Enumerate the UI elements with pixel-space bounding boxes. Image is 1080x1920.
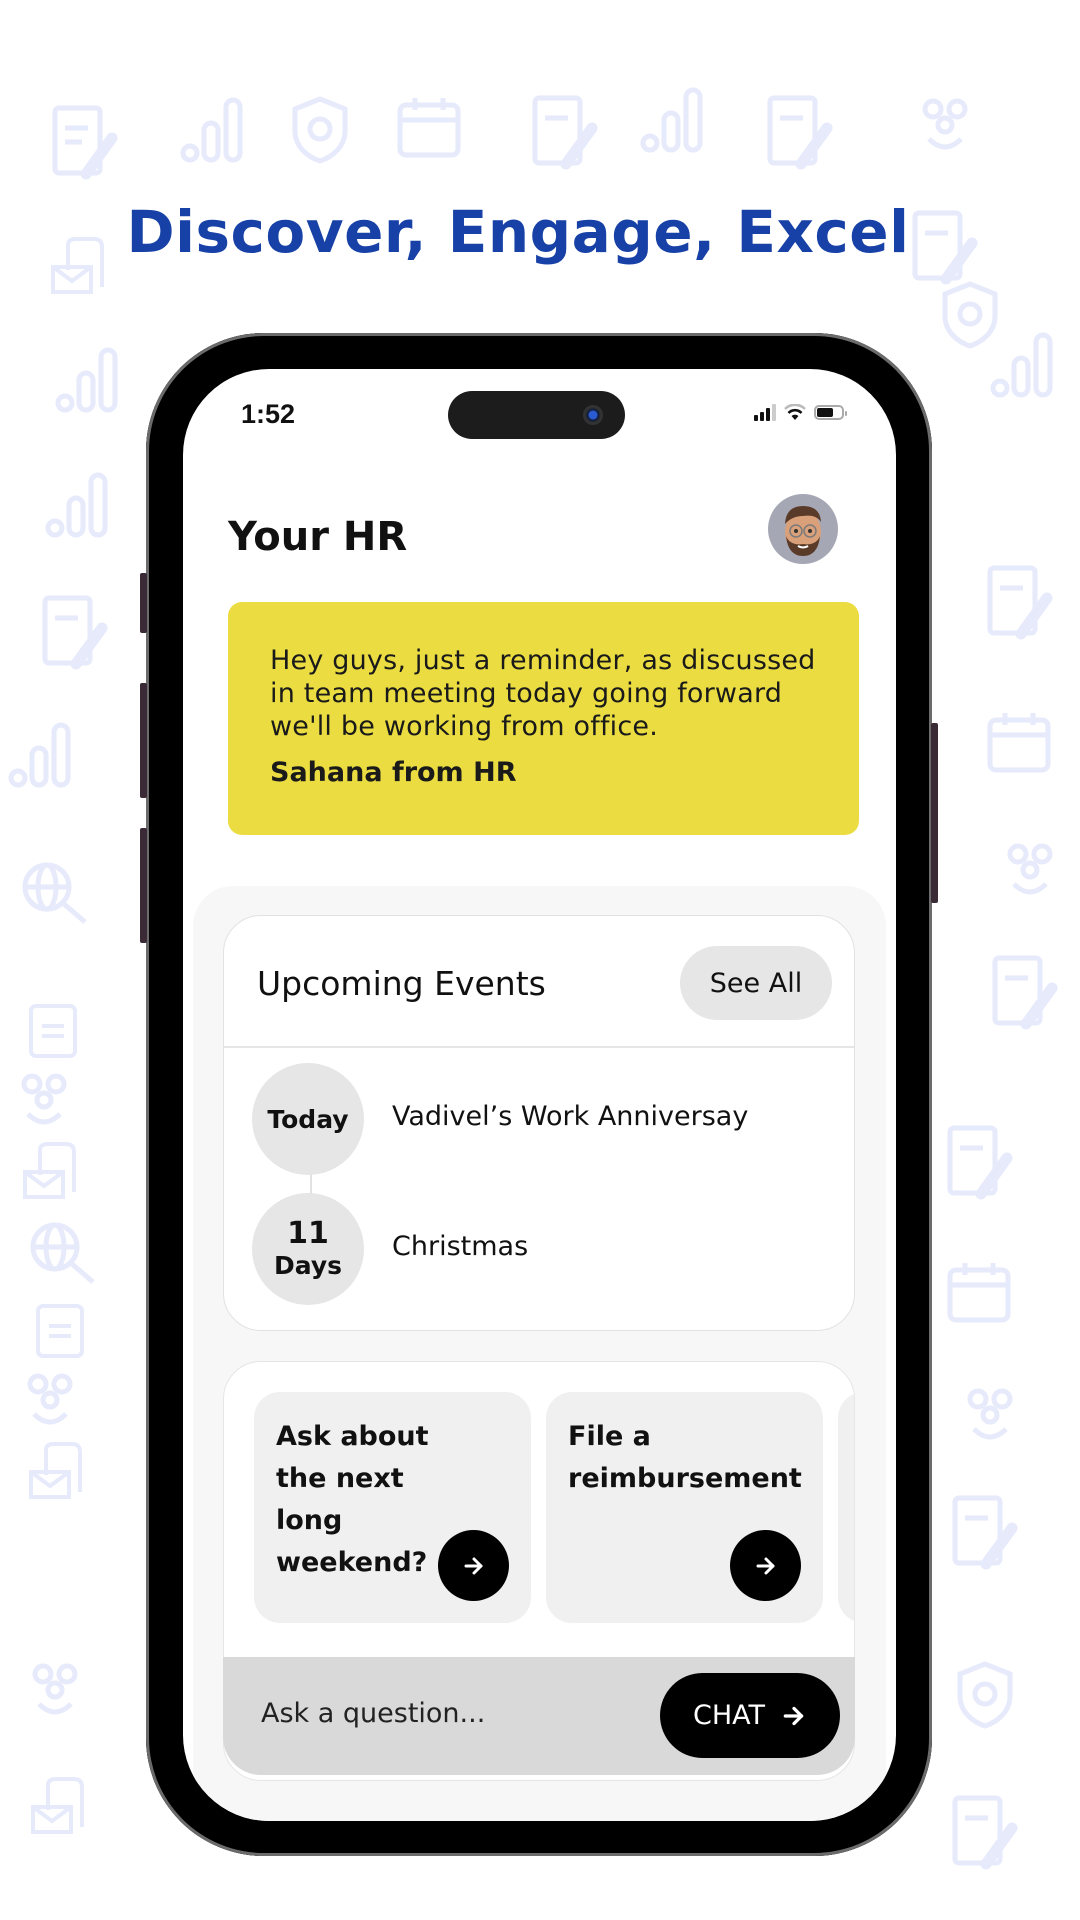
arrow-right-icon [464,1557,482,1574]
document-edit-icon [950,1490,1020,1570]
team-icon [14,1070,74,1130]
signal-icon [754,403,776,421]
quick-action-card[interactable]: Ask about the next long weekend? [254,1392,531,1623]
document-edit-icon [530,90,600,170]
go-button[interactable] [438,1530,509,1601]
document-edit-icon [40,590,110,670]
mail-icon [28,1440,88,1500]
document-edit-icon [765,90,835,170]
status-time: 1:52 [241,399,296,429]
team-icon [1000,840,1060,900]
ask-question-input[interactable] [259,1687,623,1739]
memoji-avatar-icon [785,506,821,556]
wifi-icon [784,403,806,420]
announcement-message: Hey guys, just a reminder, as discussed … [270,645,816,742]
page-title: Your HR [228,514,408,560]
quick-action-card-peek[interactable] [838,1392,854,1623]
battery-icon [814,404,847,420]
announcement-card: Hey guys, just a reminder, as discussed … [228,602,859,835]
status-icons [754,403,847,421]
document-edit-icon [990,950,1060,1030]
shield-icon [290,95,350,165]
calendar-icon [395,95,465,160]
calendar-note-icon [28,1000,78,1060]
document-edit-icon [985,560,1055,640]
upcoming-events-card: Upcoming Events See All Today Vadivel’s … [223,915,855,1331]
bar-chart-icon [8,720,78,790]
avatar[interactable] [768,494,838,564]
event-name: Vadivel’s Work Anniversay [392,1101,749,1132]
see-all-button[interactable]: See All [680,946,832,1020]
chat-label: CHAT [692,1700,766,1731]
dynamic-island [448,391,625,439]
mail-icon [22,1140,82,1200]
team-icon [25,1660,85,1720]
quick-action-card[interactable]: File a reimbursement [546,1392,823,1623]
shield-icon [955,1660,1015,1730]
event-date-label: Today [267,1104,349,1134]
team-icon [20,1370,80,1430]
event-item[interactable]: Today Vadivel’s Work Anniversay [252,1063,882,1175]
globe-search-icon [20,860,90,930]
bar-chart-icon [45,470,115,540]
mail-icon [30,1775,90,1835]
go-button[interactable] [730,1530,801,1601]
power-button [931,723,938,903]
calendar-icon [945,1260,1015,1325]
arrow-right-icon [756,1557,774,1574]
document-edit-icon [50,100,120,180]
camera-icon [583,405,603,425]
volume-down-button [140,828,147,943]
globe-search-icon [28,1220,98,1290]
days-count: 11 [287,1216,329,1251]
announcement-author: Sahana from HR [270,757,517,788]
bar-chart-icon [180,95,250,165]
ask-bar: CHAT [223,1657,855,1775]
event-date-badge: Today [252,1063,364,1175]
team-icon [960,1385,1020,1445]
event-date-badge: 11 Days [252,1193,364,1305]
event-item[interactable]: 11 Days Christmas [252,1193,882,1305]
document-edit-icon [945,1120,1015,1200]
volume-up-button [140,683,147,798]
quick-action-label: File a reimbursement [568,1421,802,1494]
arrow-right-icon [783,1706,804,1725]
bar-chart-icon [55,345,125,415]
bar-chart-icon [990,330,1060,400]
event-name: Christmas [392,1231,529,1262]
calendar-note-icon [35,1300,85,1360]
document-edit-icon [950,1790,1020,1870]
calendar-icon [985,710,1055,775]
chat-button[interactable]: CHAT [660,1673,840,1758]
team-icon [915,95,975,155]
phone-frame: 1:52 Your HR Hey guys, just a reminder, … [140,333,938,1856]
app-screen: 1:52 Your HR Hey guys, just a reminder, … [183,369,896,1821]
content-panel: Upcoming Events See All Today Vadivel’s … [193,886,886,1821]
headline: Discover, Engage, Excel [126,198,910,266]
divider [224,1046,854,1048]
bar-chart-icon [640,80,710,160]
days-unit: Days [273,1251,343,1280]
events-title: Upcoming Events [257,964,546,1003]
action-button [140,573,147,633]
